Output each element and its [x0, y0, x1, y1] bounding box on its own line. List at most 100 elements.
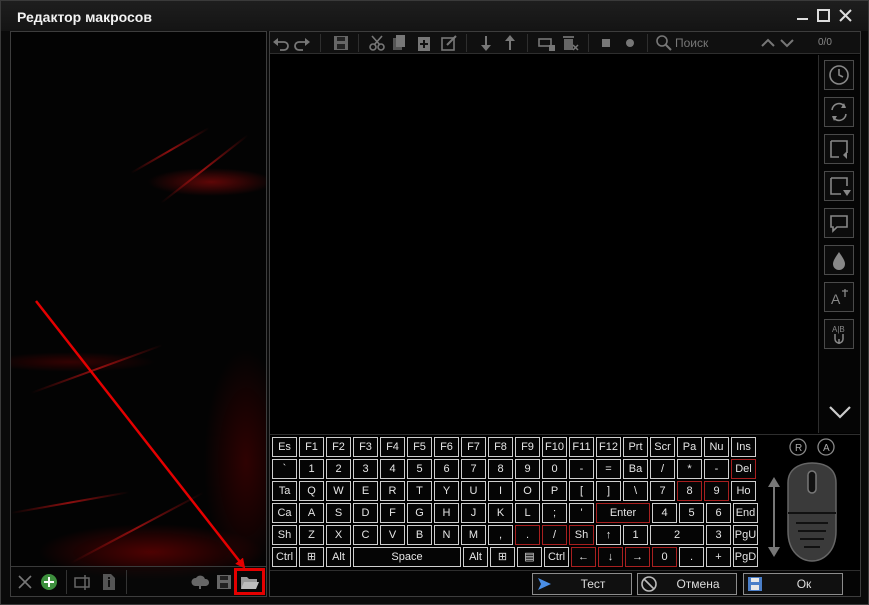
key[interactable]: Y — [434, 481, 459, 501]
key[interactable]: U — [461, 481, 486, 501]
key[interactable]: 6 — [706, 503, 731, 523]
key[interactable]: O — [515, 481, 540, 501]
close-button[interactable] — [837, 7, 855, 25]
key[interactable]: F1 — [299, 437, 324, 457]
search-input[interactable] — [675, 34, 753, 52]
key[interactable]: [ — [569, 481, 594, 501]
key[interactable]: W — [326, 481, 351, 501]
key[interactable]: 2 — [326, 459, 351, 479]
undo-button[interactable] — [272, 34, 290, 52]
macro-script-area[interactable] — [270, 55, 817, 433]
key[interactable]: 8 — [677, 481, 702, 501]
key[interactable]: PgD — [733, 547, 758, 567]
key[interactable]: → — [625, 547, 650, 567]
ok-button[interactable]: Ок — [743, 573, 843, 595]
key[interactable]: , — [488, 525, 513, 545]
test-button[interactable]: Тест — [532, 573, 632, 595]
key[interactable]: 7 — [461, 459, 486, 479]
key[interactable]: ← — [571, 547, 596, 567]
key[interactable]: G — [407, 503, 432, 523]
key[interactable]: ⊞ — [490, 547, 515, 567]
key[interactable]: Enter — [596, 503, 650, 523]
key[interactable]: 5 — [407, 459, 432, 479]
key[interactable]: Alt — [463, 547, 488, 567]
key[interactable]: Ctrl — [272, 547, 297, 567]
add-macro-button[interactable] — [40, 573, 58, 591]
key[interactable]: ⊞ — [299, 547, 324, 567]
search-prev-button[interactable] — [759, 34, 777, 52]
key[interactable]: 9 — [704, 481, 729, 501]
key[interactable]: F2 — [326, 437, 351, 457]
key[interactable]: + — [706, 547, 731, 567]
macro-list-panel[interactable] — [10, 31, 267, 597]
key[interactable]: Ba — [623, 459, 648, 479]
key[interactable]: 7 — [650, 481, 675, 501]
key[interactable]: J — [461, 503, 486, 523]
key[interactable]: ' — [569, 503, 594, 523]
key[interactable]: 9 — [515, 459, 540, 479]
key[interactable]: F11 — [569, 437, 594, 457]
key[interactable]: 0 — [542, 459, 567, 479]
key[interactable]: ; — [542, 503, 567, 523]
key[interactable]: . — [515, 525, 540, 545]
key[interactable]: Ins — [731, 437, 756, 457]
stop-button[interactable] — [597, 34, 615, 52]
edit-button[interactable] — [440, 34, 458, 52]
key[interactable]: F4 — [380, 437, 405, 457]
key[interactable]: Pa — [677, 437, 702, 457]
move-down-button[interactable] — [477, 34, 495, 52]
key[interactable]: F6 — [434, 437, 459, 457]
macro-info-button[interactable] — [100, 573, 118, 591]
key[interactable]: Prt — [623, 437, 648, 457]
key[interactable]: D — [353, 503, 378, 523]
key[interactable]: 2 — [650, 525, 704, 545]
key[interactable]: X — [326, 525, 351, 545]
key[interactable]: Z — [299, 525, 324, 545]
key[interactable]: 4 — [380, 459, 405, 479]
key[interactable]: F12 — [596, 437, 621, 457]
key[interactable]: Scr — [650, 437, 675, 457]
add-loop-button[interactable] — [537, 34, 555, 52]
key[interactable]: Q — [299, 481, 324, 501]
key[interactable]: H — [434, 503, 459, 523]
key[interactable]: T — [407, 481, 432, 501]
key[interactable]: Nu — [704, 437, 729, 457]
key[interactable]: . — [679, 547, 704, 567]
key[interactable]: Sh — [569, 525, 594, 545]
key[interactable]: A — [299, 503, 324, 523]
key[interactable]: 3 — [353, 459, 378, 479]
key[interactable]: F9 — [515, 437, 540, 457]
move-up-button[interactable] — [501, 34, 519, 52]
key[interactable]: Ho — [731, 481, 756, 501]
key[interactable]: 4 — [652, 503, 677, 523]
key[interactable]: Alt — [326, 547, 351, 567]
key[interactable]: I — [488, 481, 513, 501]
key[interactable]: ] — [596, 481, 621, 501]
key[interactable]: Ta — [272, 481, 297, 501]
rename-macro-button[interactable] — [74, 573, 92, 591]
expand-button[interactable] — [826, 399, 854, 423]
key[interactable]: V — [380, 525, 405, 545]
ab-switch-button[interactable]: A|B — [824, 319, 854, 349]
key[interactable]: Ca — [272, 503, 297, 523]
key[interactable]: PgU — [733, 525, 758, 545]
key[interactable]: F5 — [407, 437, 432, 457]
key[interactable]: 8 — [488, 459, 513, 479]
copy-button[interactable] — [390, 34, 408, 52]
key[interactable]: N — [434, 525, 459, 545]
cut-button[interactable] — [368, 34, 386, 52]
key[interactable]: 6 — [434, 459, 459, 479]
record-button[interactable] — [621, 34, 639, 52]
key[interactable]: * — [677, 459, 702, 479]
key[interactable]: ` — [272, 459, 297, 479]
key[interactable]: F3 — [353, 437, 378, 457]
key[interactable]: ↓ — [598, 547, 623, 567]
search-box[interactable] — [653, 34, 753, 52]
loop-button[interactable] — [824, 97, 854, 127]
delete-button[interactable] — [561, 34, 579, 52]
key[interactable]: F10 — [542, 437, 567, 457]
key[interactable]: 3 — [706, 525, 731, 545]
key[interactable]: M — [461, 525, 486, 545]
key[interactable]: L — [515, 503, 540, 523]
key[interactable]: / — [542, 525, 567, 545]
